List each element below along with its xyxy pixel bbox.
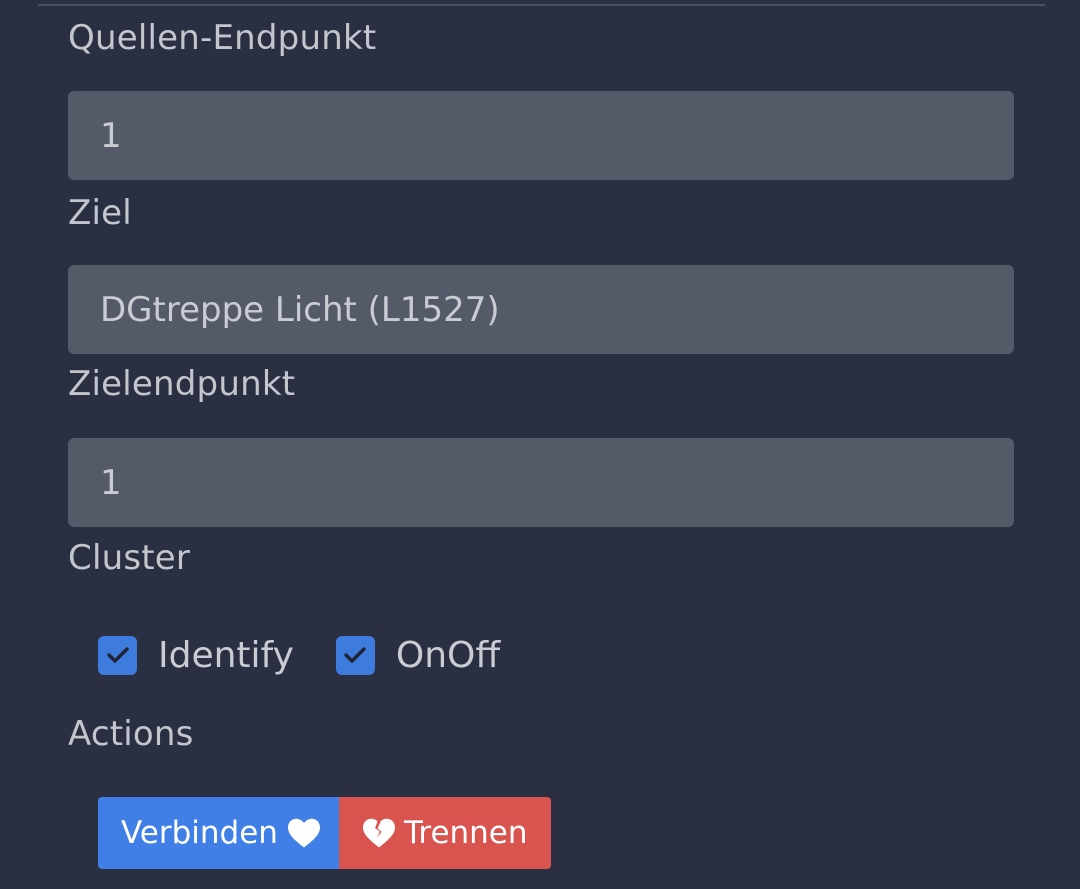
cluster-option-onoff[interactable]: OnOff <box>335 634 501 676</box>
connect-button[interactable]: Verbinden <box>98 797 339 869</box>
broken-heart-icon <box>363 818 395 848</box>
cluster-option-identify[interactable]: Identify <box>98 635 294 676</box>
target-label: Ziel <box>68 193 132 233</box>
cluster-label: Cluster <box>68 538 191 578</box>
source-endpoint-label: Quellen-Endpunkt <box>68 18 377 58</box>
disconnect-button[interactable]: Trennen <box>339 797 551 869</box>
identify-checkbox[interactable] <box>98 635 137 675</box>
disconnect-button-label: Trennen <box>404 815 528 851</box>
onoff-label: OnOff <box>395 634 501 676</box>
action-buttons: Verbinden Trennen <box>98 797 551 869</box>
target-endpoint-input[interactable] <box>68 438 1014 527</box>
heart-icon <box>287 818 320 848</box>
identify-label: Identify <box>158 634 294 676</box>
binding-form: Quellen-Endpunkt Ziel Zielendpunkt Clust… <box>0 0 1080 889</box>
onoff-checkbox[interactable] <box>335 635 375 675</box>
target-input[interactable] <box>68 265 1014 354</box>
connect-button-label: Verbinden <box>121 815 278 851</box>
top-divider <box>38 4 1045 6</box>
target-endpoint-label: Zielendpunkt <box>68 364 296 404</box>
cluster-options: Identify OnOff <box>98 628 542 682</box>
checkmark-icon <box>106 647 129 663</box>
source-endpoint-input[interactable] <box>68 91 1014 180</box>
actions-label: Actions <box>68 714 194 754</box>
checkmark-icon <box>344 647 367 663</box>
